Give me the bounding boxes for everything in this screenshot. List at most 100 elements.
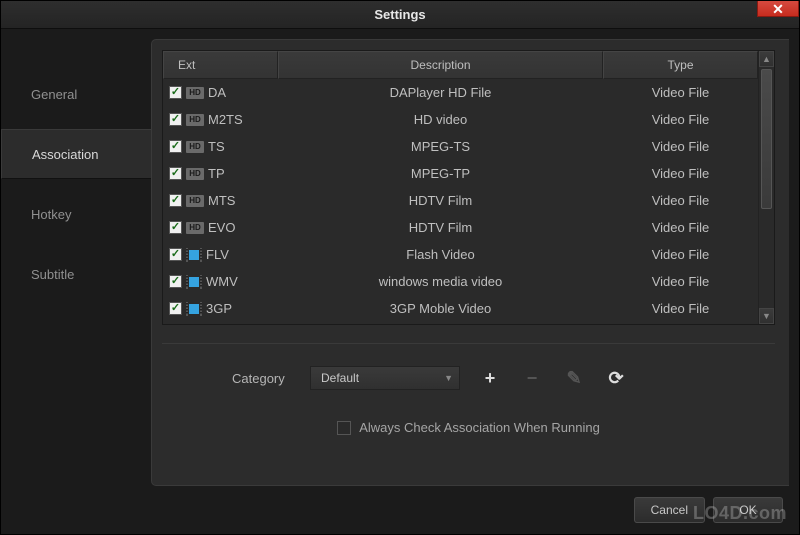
sidebar-item-subtitle[interactable]: Subtitle <box>1 249 151 299</box>
refresh-button[interactable]: ⟳ <box>604 366 628 390</box>
select-value: Default <box>321 371 359 385</box>
film-strip-icon <box>186 248 202 262</box>
always-check-row: Always Check Association When Running <box>162 420 775 435</box>
table-row[interactable]: ✓HDMTSHDTV FilmVideo File <box>163 187 758 214</box>
column-header-ext[interactable]: Ext <box>163 51 278 79</box>
table-row[interactable]: ✓HDEVOHDTV FilmVideo File <box>163 214 758 241</box>
ext-label: EVO <box>208 220 235 235</box>
ext-label: FLV <box>206 247 229 262</box>
cell-ext: ✓ HD TS <box>163 139 278 154</box>
hd-badge-icon: HD <box>186 168 204 180</box>
cell-type: Video File <box>603 274 758 289</box>
row-checkbox[interactable]: ✓ <box>169 275 182 288</box>
cell-type: Video File <box>603 166 758 181</box>
film-strip-icon <box>186 275 202 289</box>
ext-label: WMV <box>206 274 238 289</box>
cell-description: MPEG-TP <box>278 166 603 181</box>
scroll-track[interactable] <box>759 67 774 308</box>
sidebar-item-label: Hotkey <box>31 207 71 222</box>
ext-label: M2TS <box>208 112 243 127</box>
sidebar-item-hotkey[interactable]: Hotkey <box>1 189 151 239</box>
scroll-up-button[interactable]: ▲ <box>759 51 774 67</box>
film-strip-icon <box>186 302 202 316</box>
table-row[interactable]: ✓ FLV Flash VideoVideo File <box>163 241 758 268</box>
table-row[interactable]: ✓ HD M2TS HD videoVideo File <box>163 106 758 133</box>
refresh-icon: ⟳ <box>608 368 623 389</box>
cell-description: HDTV Film <box>278 220 603 235</box>
table-header-row: Ext Description Type <box>163 51 758 79</box>
cell-description: Flash Video <box>278 247 603 262</box>
table-row[interactable]: ✓HDDADAPlayer HD FileVideo File <box>163 79 758 106</box>
cell-ext: ✓HDEVO <box>163 220 278 235</box>
divider <box>162 343 775 344</box>
edit-category-button[interactable]: ✎ <box>562 366 586 390</box>
column-header-label: Ext <box>178 58 195 72</box>
hd-badge-icon: HD <box>186 195 204 207</box>
cell-description: windows media video <box>278 274 603 289</box>
sidebar-item-label: General <box>31 87 77 102</box>
sidebar-item-association[interactable]: Association <box>1 129 151 179</box>
sidebar-item-general[interactable]: General <box>1 69 151 119</box>
ok-button[interactable]: OK <box>713 497 783 523</box>
scroll-down-button[interactable]: ▼ <box>759 308 774 324</box>
cell-type: Video File <box>603 112 758 127</box>
sidebar-item-label: Subtitle <box>31 267 74 282</box>
cell-ext: ✓ HD TP <box>163 166 278 181</box>
settings-window: Settings ✕ General Association Hotkey Su… <box>0 0 800 535</box>
cell-description: HDTV Film <box>278 193 603 208</box>
cell-type: Video File <box>603 220 758 235</box>
hd-badge-icon: HD <box>186 114 204 126</box>
scroll-thumb[interactable] <box>761 69 772 209</box>
window-title: Settings <box>374 7 425 22</box>
vertical-scrollbar[interactable]: ▲ ▼ <box>758 51 774 324</box>
category-select[interactable]: Default ▼ <box>310 366 460 390</box>
plus-icon: + <box>485 368 496 389</box>
ext-label: MTS <box>208 193 235 208</box>
row-checkbox[interactable]: ✓ <box>169 167 182 180</box>
close-icon: ✕ <box>772 2 784 16</box>
ext-label: TS <box>208 139 225 154</box>
ext-label: TP <box>208 166 225 181</box>
table-row[interactable]: ✓HDTSMPEG-TSVideo File <box>163 133 758 160</box>
add-category-button[interactable]: + <box>478 366 502 390</box>
button-label: OK <box>739 503 756 517</box>
row-checkbox[interactable]: ✓ <box>169 86 182 99</box>
cell-description: HD video <box>278 112 603 127</box>
row-checkbox[interactable]: ✓ <box>169 248 182 261</box>
table-row[interactable]: ✓ WMV windows media videoVideo File <box>163 268 758 295</box>
table-body: ✓HDDADAPlayer HD FileVideo File✓HDM2TSHD… <box>163 79 758 322</box>
row-checkbox[interactable]: ✓ <box>169 140 182 153</box>
hd-badge-icon: HD <box>186 141 204 153</box>
row-checkbox[interactable]: ✓ <box>169 194 182 207</box>
cell-ext: ✓ HD M2TS <box>163 112 278 127</box>
remove-category-button[interactable]: − <box>520 366 544 390</box>
pencil-icon: ✎ <box>566 368 581 389</box>
table-row[interactable]: ✓ 3GP 3GP Moble VideoVideo File <box>163 295 758 322</box>
sidebar-item-label: Association <box>32 147 98 162</box>
chevron-down-icon: ▼ <box>762 311 771 321</box>
column-header-description[interactable]: Description <box>278 51 603 79</box>
cell-description: MPEG-TS <box>278 139 603 154</box>
table-inner: Ext Description Type ✓HDDADAPlayer HD Fi… <box>163 51 758 324</box>
column-header-type[interactable]: Type <box>603 51 758 79</box>
titlebar: Settings ✕ <box>1 1 799 29</box>
row-checkbox[interactable]: ✓ <box>169 302 182 315</box>
always-check-label: Always Check Association When Running <box>359 420 600 435</box>
row-checkbox[interactable]: ✓ <box>169 113 182 126</box>
cell-ext: ✓ 3GP <box>163 301 278 316</box>
cell-type: Video File <box>603 301 758 316</box>
always-check-checkbox[interactable] <box>337 421 351 435</box>
table-row[interactable]: ✓ HD TP MPEG-TPVideo File <box>163 160 758 187</box>
row-checkbox[interactable]: ✓ <box>169 221 182 234</box>
hd-badge-icon: HD <box>186 87 204 99</box>
cell-ext: ✓ HD DA <box>163 85 278 100</box>
cell-description: 3GP Moble Video <box>278 301 603 316</box>
ext-label: DA <box>208 85 226 100</box>
file-association-table: Ext Description Type ✓HDDADAPlayer HD Fi… <box>162 50 775 325</box>
chevron-down-icon: ▼ <box>444 373 453 383</box>
ext-label: 3GP <box>206 301 232 316</box>
cell-type: Video File <box>603 85 758 100</box>
close-button[interactable]: ✕ <box>757 1 799 17</box>
cell-type: Video File <box>603 247 758 262</box>
cancel-button[interactable]: Cancel <box>634 497 705 523</box>
